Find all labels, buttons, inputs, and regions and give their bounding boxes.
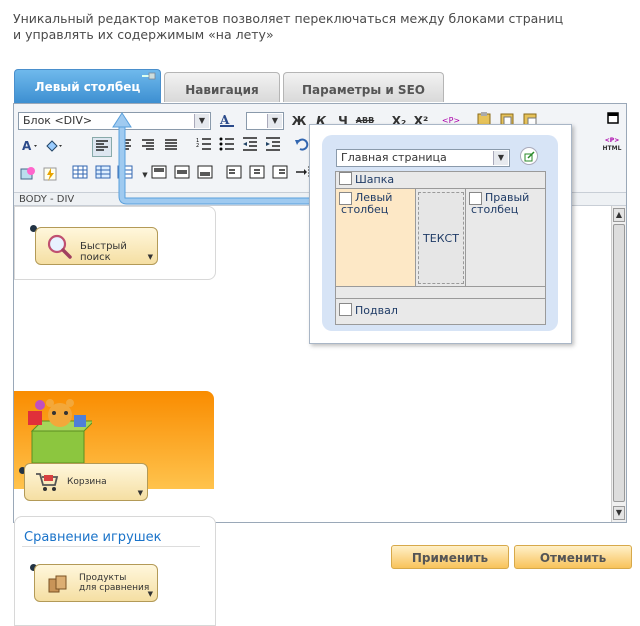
page-select[interactable]: Главная страница ▼: [336, 149, 510, 167]
cancel-button[interactable]: Отменить: [514, 545, 632, 569]
header-checkbox[interactable]: [339, 172, 352, 185]
compare-label-line-2: для сравнения: [79, 583, 150, 593]
left-column-line-2: столбец: [341, 203, 389, 216]
right-column-text: Правый столбец: [469, 192, 545, 216]
left-column-text: Левый столбец: [339, 192, 415, 216]
page-select-value: Главная страница: [341, 151, 447, 164]
content-label: ТЕКСТ: [423, 232, 459, 245]
edit-layout-button[interactable]: [520, 147, 538, 165]
layout-right-column-block[interactable]: Правый столбец: [465, 189, 545, 286]
layout-footer-block[interactable]: Подвал: [336, 298, 545, 324]
header-label: Шапка: [355, 173, 395, 186]
chevron-down-icon: ▼: [493, 151, 508, 165]
layout-left-column-block[interactable]: Левый столбец: [336, 189, 416, 286]
footer-label: Подвал: [355, 304, 398, 317]
layout-header-block[interactable]: Шапка: [336, 172, 545, 189]
right-column-line-2: столбец: [471, 203, 519, 216]
chevron-down-icon: ▼: [147, 590, 153, 598]
layout-popover: Главная страница ▼ Шапка Левый столбец Т…: [309, 124, 572, 344]
layout-scheme: Шапка Левый столбец ТЕКСТ Правый столбец…: [335, 171, 546, 325]
footer-checkbox[interactable]: [339, 303, 352, 316]
edit-icon: [524, 151, 535, 162]
layout-popover-body: Главная страница ▼ Шапка Левый столбец Т…: [322, 135, 558, 331]
layout-content-block[interactable]: ТЕКСТ: [418, 192, 464, 284]
apply-button[interactable]: Применить: [391, 545, 509, 569]
